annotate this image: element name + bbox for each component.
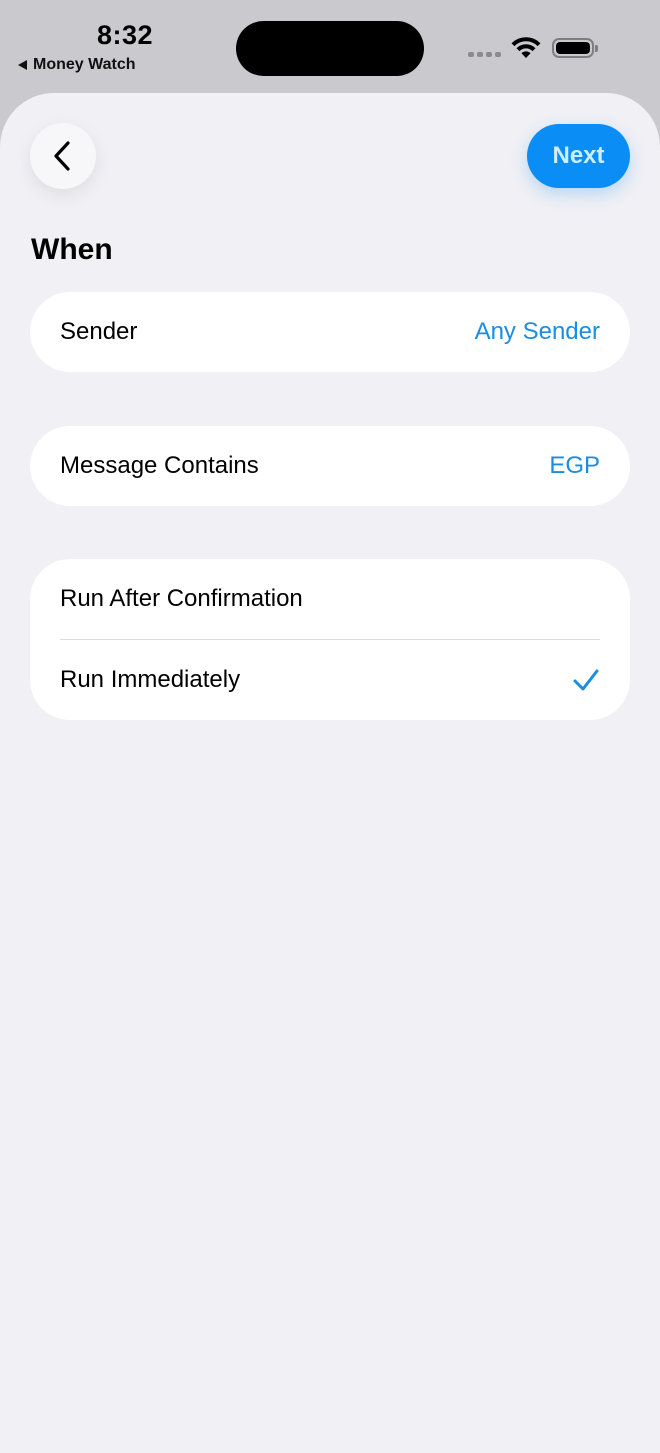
run-option-row[interactable]: Run After Confirmation	[30, 559, 630, 639]
sender-value: Any Sender	[474, 318, 600, 345]
next-button[interactable]: Next	[527, 124, 630, 188]
run-option-row[interactable]: Run Immediately	[30, 640, 630, 720]
sender-row[interactable]: Sender Any Sender	[30, 292, 630, 372]
back-to-app-link[interactable]: Money Watch	[18, 56, 136, 74]
status-bar: 8:32 Money Watch	[0, 0, 660, 92]
battery-cap	[595, 45, 598, 52]
signal-icon	[468, 52, 501, 57]
battery-icon	[552, 38, 594, 58]
checkmark-icon	[573, 669, 599, 691]
dynamic-island	[236, 21, 424, 76]
run-option-label: Run Immediately	[60, 666, 241, 693]
chevron-left-icon	[54, 141, 70, 171]
section-title: When	[31, 233, 113, 266]
back-app-label: Money Watch	[33, 56, 136, 73]
run-options-card: Run After Confirmation Run Immediately	[30, 559, 630, 720]
message-card: Message Contains EGP	[30, 426, 630, 506]
message-contains-value: EGP	[549, 452, 600, 479]
run-option-label: Run After Confirmation	[60, 585, 303, 612]
modal-sheet: Next When Sender Any Sender Message Cont…	[0, 93, 660, 1453]
status-time: 8:32	[97, 20, 154, 50]
sender-card: Sender Any Sender	[30, 292, 630, 372]
message-contains-label: Message Contains	[60, 452, 259, 479]
message-contains-row[interactable]: Message Contains EGP	[30, 426, 630, 506]
back-button[interactable]	[30, 123, 96, 189]
wifi-icon	[511, 37, 541, 58]
back-triangle-icon	[18, 60, 27, 70]
sender-label: Sender	[60, 318, 138, 345]
